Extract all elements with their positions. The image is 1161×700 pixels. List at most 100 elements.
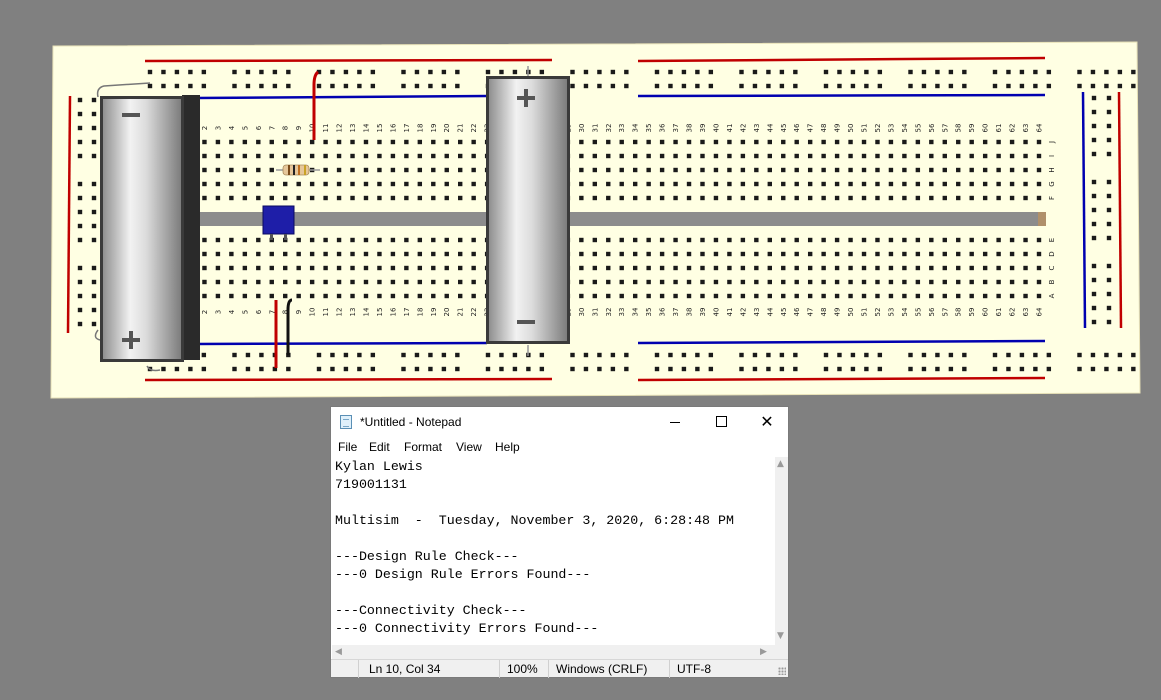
hole[interactable]: [767, 279, 772, 285]
hole[interactable]: [269, 265, 274, 271]
hole[interactable]: [1091, 179, 1097, 185]
hole[interactable]: [215, 265, 221, 271]
hole[interactable]: [1106, 193, 1112, 199]
hole[interactable]: [864, 352, 869, 358]
hole[interactable]: [91, 97, 97, 103]
hole[interactable]: [956, 167, 961, 173]
hole[interactable]: [323, 237, 328, 243]
hole[interactable]: [1023, 167, 1028, 173]
hole[interactable]: [619, 293, 624, 299]
hole[interactable]: [1023, 153, 1028, 159]
hole[interactable]: [458, 293, 463, 299]
hole[interactable]: [740, 237, 746, 243]
hole[interactable]: [659, 195, 665, 201]
hole[interactable]: [929, 139, 934, 145]
hole[interactable]: [377, 279, 382, 285]
hole[interactable]: [1091, 263, 1097, 269]
hole[interactable]: [606, 195, 611, 201]
hole[interactable]: [962, 69, 967, 75]
hole[interactable]: [727, 195, 732, 201]
hole[interactable]: [850, 366, 856, 372]
hole[interactable]: [77, 111, 83, 117]
hole[interactable]: [727, 237, 732, 243]
hole[interactable]: [343, 366, 349, 372]
hole[interactable]: [875, 251, 880, 257]
hole[interactable]: [377, 153, 382, 159]
hole[interactable]: [215, 237, 221, 243]
hole[interactable]: [767, 195, 772, 201]
hole[interactable]: [632, 195, 638, 201]
hole[interactable]: [539, 366, 545, 372]
hole[interactable]: [740, 293, 746, 299]
hole[interactable]: [377, 293, 382, 299]
menu-edit[interactable]: Edit: [369, 440, 390, 454]
hole[interactable]: [77, 265, 83, 271]
hole[interactable]: [1023, 237, 1028, 243]
hole[interactable]: [455, 83, 460, 89]
hole[interactable]: [417, 279, 423, 285]
hole[interactable]: [363, 265, 369, 271]
hole[interactable]: [245, 69, 251, 75]
hole[interactable]: [441, 69, 447, 75]
hole[interactable]: [350, 153, 355, 159]
hole[interactable]: [686, 139, 692, 145]
hole[interactable]: [485, 69, 491, 75]
hole[interactable]: [654, 69, 660, 75]
hole[interactable]: [654, 366, 660, 372]
hole[interactable]: [256, 195, 261, 201]
hole[interactable]: [417, 167, 423, 173]
hole[interactable]: [754, 181, 759, 187]
hole[interactable]: [417, 251, 423, 257]
hole[interactable]: [343, 352, 349, 358]
hole[interactable]: [713, 265, 719, 271]
hole[interactable]: [915, 153, 921, 159]
hole[interactable]: [686, 237, 692, 243]
hole[interactable]: [781, 237, 786, 243]
hole[interactable]: [431, 251, 436, 257]
hole[interactable]: [579, 195, 584, 201]
hole[interactable]: [727, 265, 732, 271]
hole[interactable]: [458, 167, 463, 173]
hole[interactable]: [727, 293, 732, 299]
hole[interactable]: [708, 83, 714, 89]
hole[interactable]: [1009, 237, 1015, 243]
hole[interactable]: [1091, 137, 1097, 143]
hole[interactable]: [441, 83, 447, 89]
menu-view[interactable]: View: [456, 440, 482, 454]
hole[interactable]: [1091, 277, 1097, 283]
hole[interactable]: [455, 366, 460, 372]
hole[interactable]: [269, 167, 274, 173]
hole[interactable]: [619, 279, 624, 285]
hole[interactable]: [350, 265, 355, 271]
hole[interactable]: [739, 83, 744, 89]
hole[interactable]: [713, 251, 719, 257]
hole[interactable]: [77, 321, 83, 327]
hole[interactable]: [458, 195, 463, 201]
hole[interactable]: [428, 83, 433, 89]
hole[interactable]: [390, 181, 396, 187]
hole[interactable]: [915, 195, 921, 201]
hole[interactable]: [1106, 123, 1112, 129]
hole[interactable]: [404, 279, 409, 285]
hole[interactable]: [229, 265, 234, 271]
hole[interactable]: [1046, 69, 1052, 75]
hole[interactable]: [431, 279, 436, 285]
hole[interactable]: [834, 279, 840, 285]
hole[interactable]: [1036, 279, 1042, 285]
hole[interactable]: [727, 279, 732, 285]
hole[interactable]: [686, 153, 692, 159]
hole[interactable]: [458, 181, 463, 187]
hole[interactable]: [256, 181, 261, 187]
hole[interactable]: [1046, 83, 1052, 89]
hole[interactable]: [982, 293, 988, 299]
hole[interactable]: [363, 139, 369, 145]
hole[interactable]: [1036, 293, 1042, 299]
hole[interactable]: [821, 153, 826, 159]
hole[interactable]: [471, 167, 476, 173]
hole[interactable]: [242, 181, 248, 187]
hole[interactable]: [754, 279, 759, 285]
hole[interactable]: [915, 279, 921, 285]
hole[interactable]: [597, 83, 602, 89]
hole[interactable]: [202, 167, 207, 173]
hole[interactable]: [1106, 221, 1112, 227]
